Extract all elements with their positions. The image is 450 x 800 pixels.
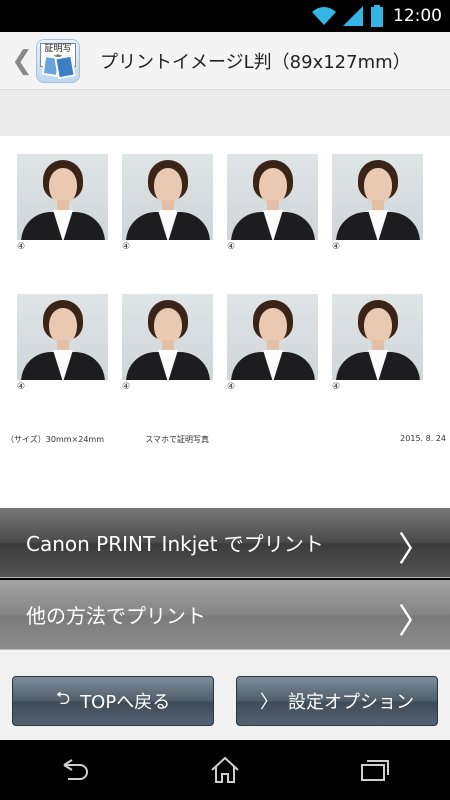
- sheet-footer-date: 2015. 8. 24: [400, 434, 446, 443]
- photo-label: ④: [227, 242, 236, 252]
- photo-label: ④: [332, 242, 341, 252]
- photo-cell: ④: [227, 294, 318, 434]
- id-photo: [122, 294, 213, 380]
- photo-label: ④: [122, 382, 131, 392]
- photo-cell: ④: [17, 294, 108, 434]
- sheet-footer-size: （サイズ）30mm×24mm: [6, 435, 104, 444]
- app-icon[interactable]: 証明写真: [36, 38, 80, 83]
- photo-label: ④: [17, 382, 26, 392]
- back-to-top-label: TOPへ戻る: [80, 692, 171, 713]
- photo-label: ④: [122, 242, 131, 252]
- bottom-button-bar: ⮌ TOPへ戻る 〉 設定オプション: [0, 650, 450, 740]
- home-icon: [211, 756, 239, 783]
- system-home-button[interactable]: [205, 750, 245, 790]
- settings-options-label: 設定オプション: [288, 692, 414, 713]
- id-photo: [227, 294, 318, 380]
- photo-cell: ④: [332, 154, 423, 294]
- signal-icon: [343, 6, 363, 26]
- settings-options-button[interactable]: 〉 設定オプション: [236, 676, 438, 726]
- status-bar: 12:00: [0, 0, 450, 32]
- id-photo: [122, 154, 213, 240]
- photo-label: ④: [17, 242, 26, 252]
- photo-cell: ④: [122, 154, 213, 294]
- system-back-button[interactable]: [55, 750, 95, 790]
- back-to-top-button[interactable]: ⮌ TOPへ戻る: [12, 676, 214, 726]
- id-photo: [17, 294, 108, 380]
- page-title: プリントイメージL判（89x127mm）: [100, 51, 411, 73]
- print-sheet: ④ ④ ④ ④ ④ ④ ④ ④ （サイズ）30mm×24mm スマホで証明写真 …: [0, 136, 450, 536]
- photo-cell: ④: [227, 154, 318, 294]
- photo-label: ④: [227, 382, 236, 392]
- id-photo: [227, 154, 318, 240]
- id-photo: [332, 294, 423, 380]
- id-photo: [17, 154, 108, 240]
- photo-label: ④: [332, 382, 341, 392]
- header: ❮ 証明写真 プリントイメージL判（89x127mm）: [0, 32, 450, 90]
- id-photo: [332, 154, 423, 240]
- other-print-label: 他の方法でプリント: [26, 604, 206, 628]
- print-preview-area: ④ ④ ④ ④ ④ ④ ④ ④ （サイズ）30mm×24mm スマホで証明写真 …: [0, 90, 450, 536]
- back-button[interactable]: ❮: [10, 46, 34, 76]
- chevron-right-icon: 〉: [398, 602, 432, 642]
- system-recents-button[interactable]: [355, 750, 395, 790]
- status-time: 12:00: [393, 6, 442, 26]
- canon-print-button[interactable]: Canon PRINT Inkjet でプリント 〉: [0, 508, 450, 578]
- back-icon: [63, 759, 88, 780]
- sheet-footer-app: スマホで証明写真: [145, 435, 209, 444]
- wifi-icon: [312, 7, 336, 25]
- sheet-footer: （サイズ）30mm×24mm スマホで証明写真 2015. 8. 24: [6, 434, 446, 445]
- chevron-right-icon: 〉: [260, 692, 278, 713]
- photo-cell: ④: [122, 294, 213, 434]
- system-navigation-bar: [0, 740, 450, 800]
- photo-cell: ④: [332, 294, 423, 434]
- battery-icon: [371, 5, 383, 27]
- photo-cell: ④: [17, 154, 108, 294]
- recent-apps-icon: [361, 760, 389, 781]
- chevron-right-icon: 〉: [398, 530, 432, 570]
- photo-grid: ④ ④ ④ ④ ④ ④ ④ ④: [17, 154, 423, 434]
- other-print-button[interactable]: 他の方法でプリント 〉: [0, 580, 450, 650]
- return-arrow-icon: ⮌: [55, 688, 71, 709]
- app-icon-photo-front: [54, 54, 76, 79]
- canon-print-label: Canon PRINT Inkjet でプリント: [26, 532, 324, 556]
